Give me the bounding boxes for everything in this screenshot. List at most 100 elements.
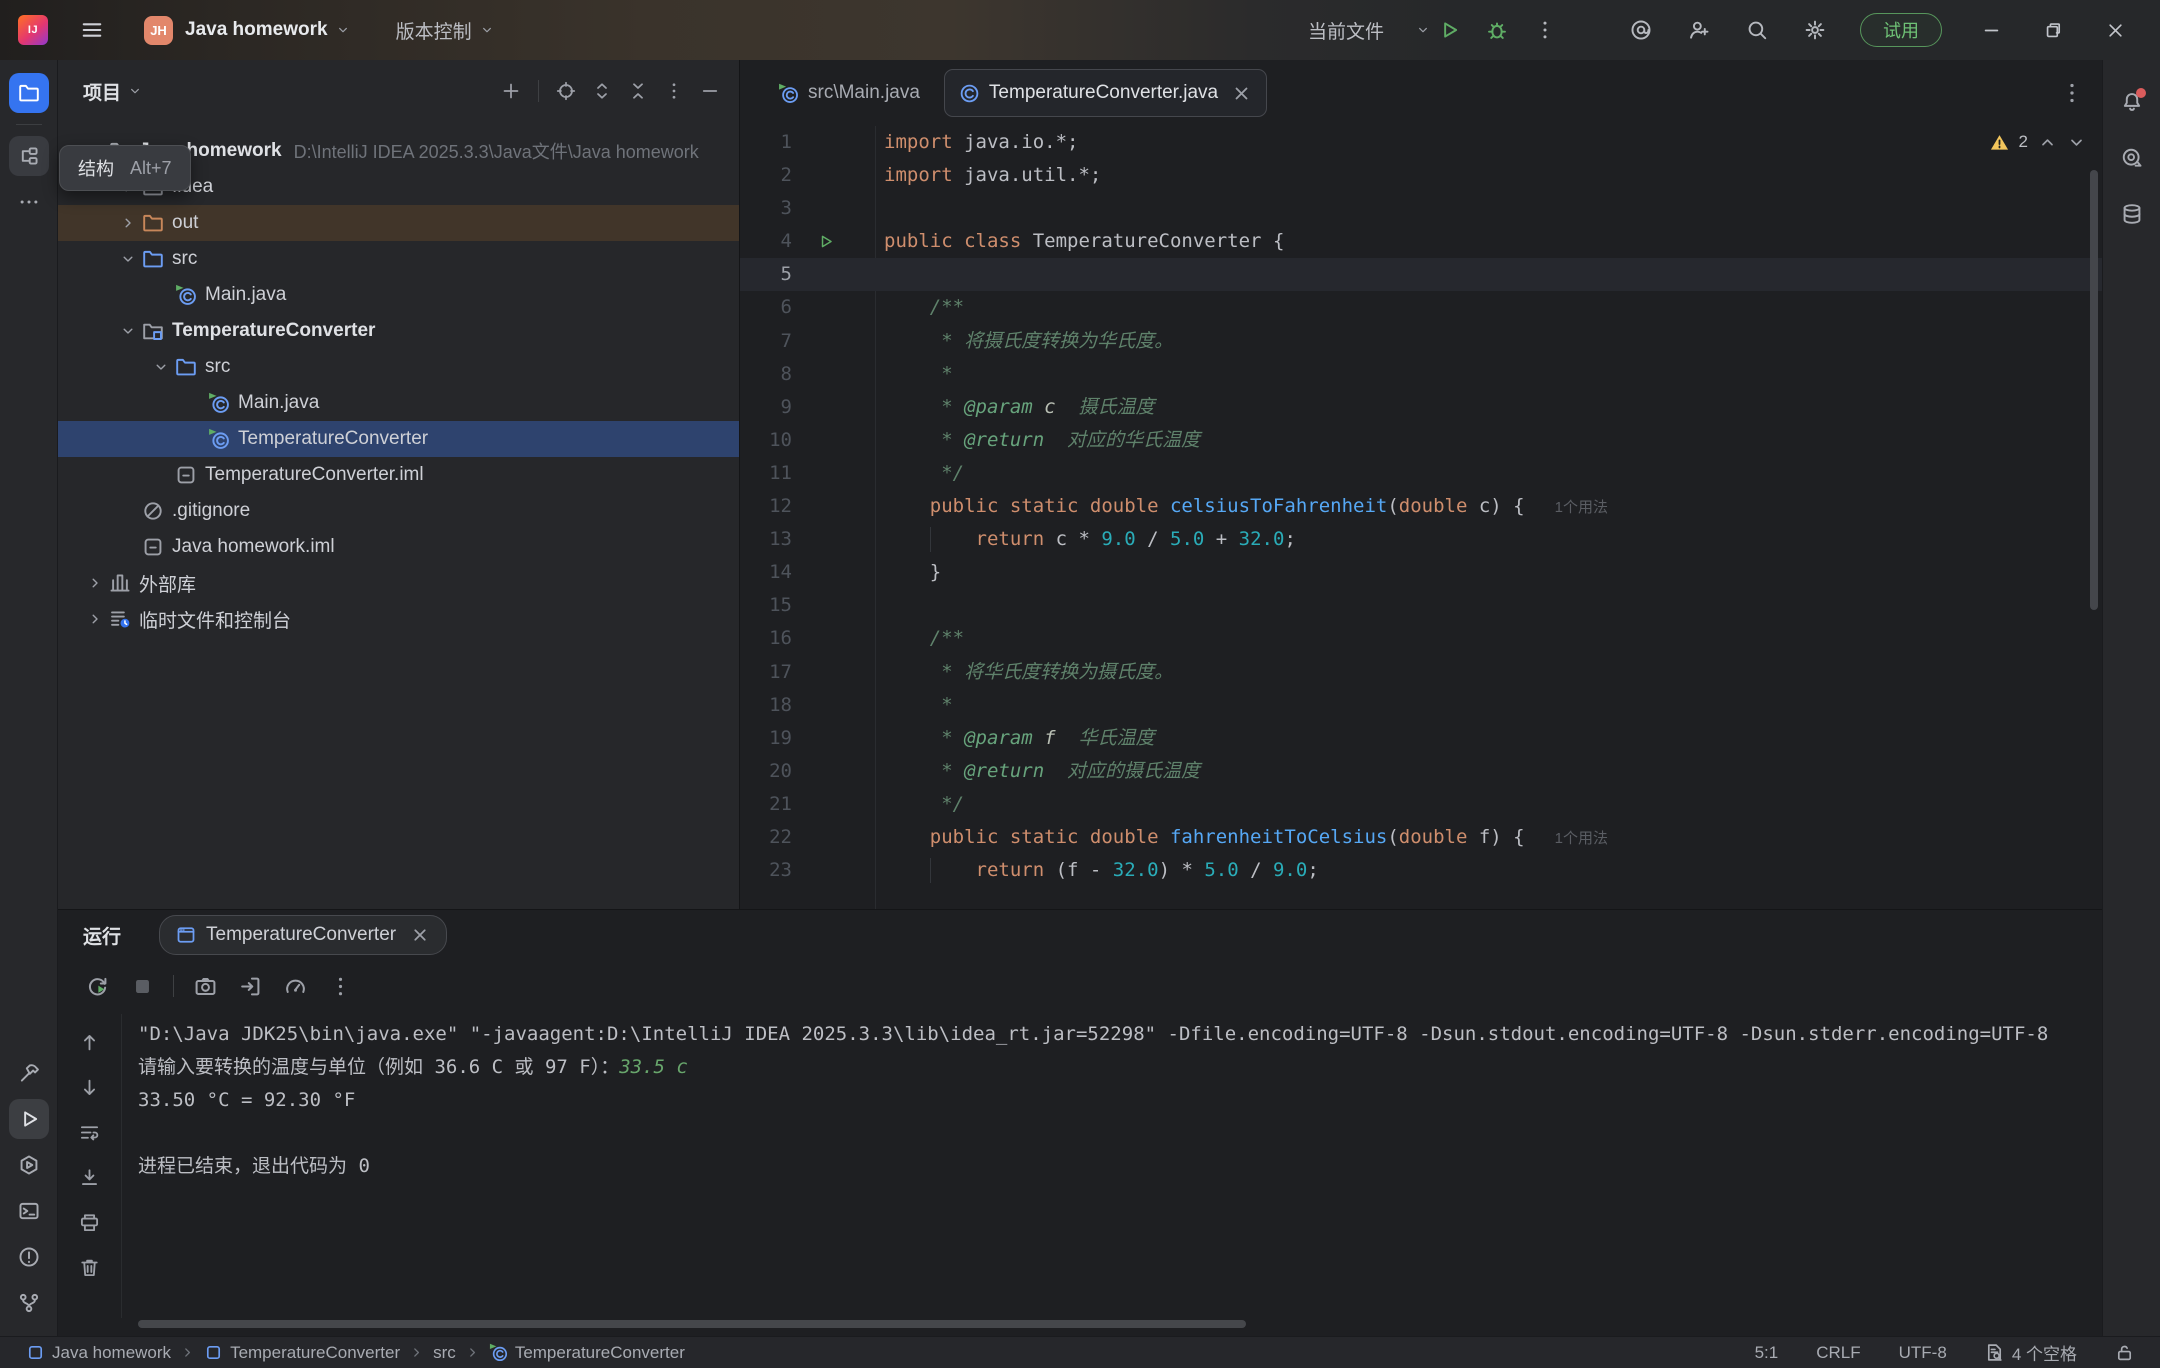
line-number[interactable]: 12 (740, 490, 792, 523)
tool-notifications-button[interactable] (2112, 82, 2152, 122)
close-icon[interactable] (1231, 83, 1252, 104)
editor-scrollbar[interactable] (2090, 170, 2098, 610)
tree-item-temperatureconverter[interactable]: TemperatureConverter (58, 421, 739, 457)
tool-database-button[interactable] (2112, 194, 2152, 234)
line-number[interactable]: 6 (740, 291, 792, 324)
inspection-widget[interactable]: 2 (1990, 132, 2086, 152)
caret-position[interactable]: 5:1 (1755, 1343, 1779, 1363)
tool-project-button[interactable] (9, 73, 49, 113)
profiler-button[interactable] (281, 972, 309, 1000)
close-icon[interactable] (410, 925, 430, 945)
line-number[interactable]: 22 (740, 821, 792, 854)
line-number[interactable]: 23 (740, 854, 792, 887)
tree-item-main-java[interactable]: Main.java (58, 385, 739, 421)
tool-terminal-button[interactable] (9, 1191, 49, 1231)
trial-badge[interactable]: 试用 (1860, 13, 1942, 47)
tree-item-java-homework-iml[interactable]: Java homework.iml (58, 529, 739, 565)
console-output[interactable]: "D:\Java JDK25\bin\java.exe" "-javaagent… (138, 1018, 2096, 1310)
console-hscrollbar[interactable] (138, 1320, 1246, 1328)
line-number[interactable]: 19 (740, 722, 792, 755)
run-tab[interactable]: TemperatureConverter (159, 915, 447, 955)
line-number[interactable]: 20 (740, 755, 792, 788)
chev-d-icon[interactable] (116, 319, 140, 343)
avatar[interactable]: JH (144, 16, 173, 45)
select-opened-file-button[interactable] (551, 76, 581, 106)
hide-button[interactable] (695, 76, 725, 106)
line-number[interactable]: 21 (740, 788, 792, 821)
next-warning-icon[interactable] (2067, 133, 2086, 152)
chev-r-icon[interactable] (83, 607, 107, 631)
breadcrumb-temperatureconverter[interactable]: TemperatureConverter (489, 1343, 685, 1363)
line-number[interactable]: 3 (740, 192, 792, 225)
line-separator[interactable]: CRLF (1816, 1343, 1860, 1363)
tool-build-button[interactable] (9, 1053, 49, 1093)
indent-setting[interactable]: 4 个空格 (1985, 1340, 2077, 1365)
clear-all-button[interactable] (76, 1253, 104, 1281)
collapse-all-button[interactable] (623, 76, 653, 106)
tool-run-button[interactable] (9, 1099, 49, 1139)
next-occurrence-button[interactable] (76, 1073, 104, 1101)
chev-d-icon[interactable] (116, 247, 140, 271)
tree-item-src[interactable]: src (58, 349, 739, 385)
line-number[interactable]: 10 (740, 424, 792, 457)
usage-hint[interactable]: 1个用法 (1555, 499, 1608, 516)
tree-item-item[interactable]: 外部库 (58, 565, 739, 601)
line-number[interactable]: 14 (740, 556, 792, 589)
line-number[interactable]: 1 (740, 126, 792, 159)
close-button[interactable] (2084, 7, 2146, 53)
thread-dump-button[interactable] (191, 972, 219, 1000)
main-menu-icon[interactable] (80, 18, 104, 42)
line-number[interactable]: 15 (740, 589, 792, 622)
line-number[interactable]: 5 (740, 258, 792, 291)
add-user-button[interactable] (1680, 11, 1718, 49)
line-number[interactable]: 13 (740, 523, 792, 556)
breadcrumb-java-homework[interactable]: Java homework (26, 1343, 171, 1363)
tool-ai-assistant-panel-button[interactable] (2112, 138, 2152, 178)
tree-item-gitignore[interactable]: .gitignore (58, 493, 739, 529)
scroll-to-end-button[interactable] (76, 1163, 104, 1191)
settings-button[interactable] (1796, 11, 1834, 49)
vcs-widget[interactable]: 版本控制 (350, 17, 494, 44)
line-number[interactable]: 17 (740, 656, 792, 689)
tool-version-control-button[interactable] (9, 1283, 49, 1323)
tree-item-main-java[interactable]: Main.java (58, 277, 739, 313)
line-number[interactable]: 4 (740, 225, 792, 258)
line-number[interactable]: 2 (740, 159, 792, 192)
line-number[interactable]: 8 (740, 358, 792, 391)
editor-tab-src-main-java[interactable]: src\Main.java (764, 69, 934, 117)
tool-structure-button[interactable] (9, 136, 49, 176)
run-class-icon[interactable] (817, 233, 834, 250)
run-configuration-selector[interactable]: 当前文件 (1308, 17, 1430, 44)
project-selector[interactable]: Java homework (173, 19, 350, 41)
tool-problems-button[interactable] (9, 1237, 49, 1277)
breadcrumb-src[interactable]: src (433, 1343, 456, 1363)
file-lock[interactable] (2115, 1343, 2134, 1362)
tool-services-button[interactable] (9, 1145, 49, 1185)
line-number[interactable]: 9 (740, 391, 792, 424)
line-number[interactable]: 7 (740, 325, 792, 358)
usage-hint[interactable]: 1个用法 (1555, 830, 1608, 847)
editor-options-icon[interactable] (2060, 81, 2084, 105)
expand-all-button[interactable] (587, 76, 617, 106)
chev-r-icon[interactable] (116, 211, 140, 235)
tool-more-tool-windows-button[interactable] (9, 182, 49, 222)
more-actions-button[interactable] (1526, 11, 1564, 49)
file-encoding[interactable]: UTF-8 (1899, 1343, 1947, 1363)
minimize-button[interactable] (1960, 7, 2022, 53)
print-button[interactable] (76, 1208, 104, 1236)
chev-r-icon[interactable] (83, 571, 107, 595)
options-button[interactable] (659, 76, 689, 106)
prev-warning-icon[interactable] (2038, 133, 2057, 152)
search-everywhere-button[interactable] (1738, 11, 1776, 49)
line-number[interactable]: 16 (740, 622, 792, 655)
chev-d-icon[interactable] (149, 355, 173, 379)
restore-button[interactable] (2022, 7, 2084, 53)
tree-item-temperatureconverter-iml[interactable]: TemperatureConverter.iml (58, 457, 739, 493)
rerun-button[interactable] (83, 972, 111, 1000)
more-options-button[interactable] (326, 972, 354, 1000)
prev-occurrence-button[interactable] (76, 1028, 104, 1056)
debug-button[interactable] (1478, 11, 1516, 49)
tree-item-out[interactable]: out (58, 205, 739, 241)
editor-tab-temperatureconverter-java[interactable]: TemperatureConverter.java (944, 69, 1267, 117)
tree-item-temperatureconverter[interactable]: TemperatureConverter (58, 313, 739, 349)
